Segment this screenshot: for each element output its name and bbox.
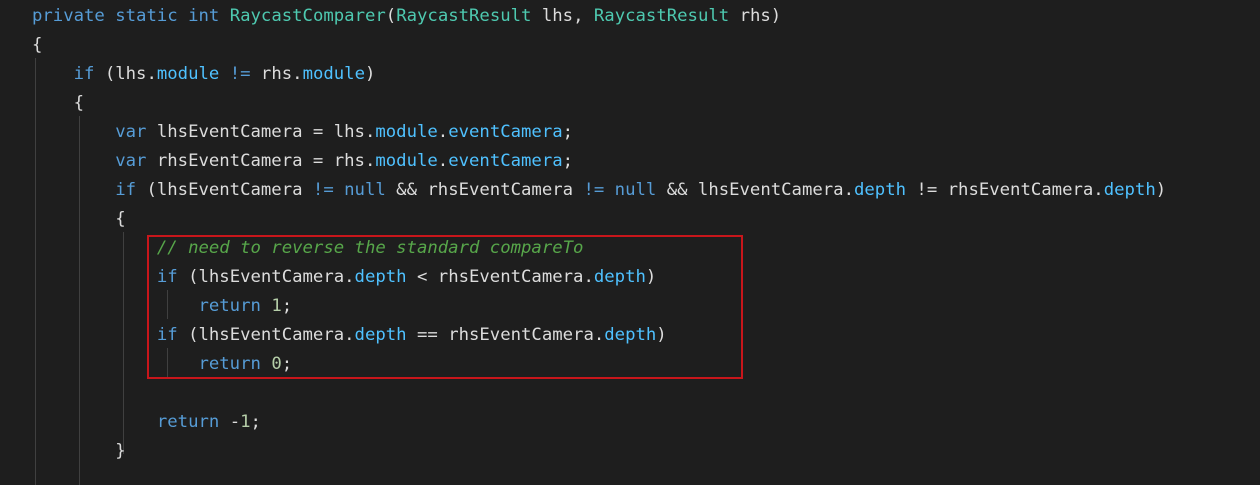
code-line[interactable]: } <box>32 437 126 466</box>
code-token: { <box>32 209 126 229</box>
code-token: int <box>188 6 220 26</box>
code-token: var <box>115 151 147 171</box>
code-token: } <box>32 441 126 461</box>
code-line[interactable]: return -1; <box>32 408 261 437</box>
code-line[interactable]: var rhsEventCamera = rhs.module.eventCam… <box>32 147 573 176</box>
code-line[interactable]: if (lhs.module != rhs.module) <box>32 60 376 89</box>
code-token: var <box>115 122 147 142</box>
code-token: lhsEventCamera = lhs. <box>146 122 376 142</box>
code-token: eventCamera <box>448 151 563 171</box>
code-token: null <box>344 180 386 200</box>
code-line[interactable]: private static int RaycastComparer(Rayca… <box>32 2 781 31</box>
code-token: ; <box>562 151 574 171</box>
code-token: (lhsEventCamera <box>136 180 313 200</box>
code-editor[interactable]: private static int RaycastComparer(Rayca… <box>0 0 1260 485</box>
code-token: lhs, <box>531 6 594 26</box>
code-token: RaycastResult <box>396 6 532 26</box>
code-token: module <box>156 64 220 84</box>
code-line[interactable]: var lhsEventCamera = lhs.module.eventCam… <box>32 118 573 147</box>
code-token: ) <box>1155 180 1167 200</box>
code-token: != <box>312 180 334 200</box>
code-token: 1 <box>240 412 251 432</box>
code-token: . <box>437 122 449 142</box>
code-token: RaycastResult <box>593 6 730 26</box>
code-token: module <box>302 64 365 84</box>
code-token: { <box>32 93 85 113</box>
code-token: private <box>32 6 105 26</box>
code-token: != <box>229 64 251 84</box>
code-token: (lhs. <box>94 64 157 84</box>
code-token: rhs. <box>250 64 303 84</box>
code-token: null <box>614 180 657 200</box>
code-token: RaycastComparer <box>229 6 386 26</box>
code-token: { <box>32 35 43 55</box>
code-token: eventCamera <box>448 122 563 142</box>
code-token: ; <box>250 412 261 432</box>
code-line[interactable]: { <box>32 89 84 118</box>
code-token: && rhsEventCamera <box>385 180 584 200</box>
code-token: - <box>219 412 241 432</box>
highlight-box <box>147 235 743 379</box>
code-token: ) <box>365 64 376 84</box>
code-token: module <box>375 151 438 171</box>
code-line[interactable]: { <box>32 205 126 234</box>
code-token: static <box>115 6 178 26</box>
code-token: != <box>583 180 605 200</box>
code-token: if <box>73 64 95 84</box>
code-token: . <box>437 151 449 171</box>
code-token: depth <box>1103 180 1156 200</box>
code-line[interactable]: if (lhsEventCamera != null && rhsEventCa… <box>32 176 1166 205</box>
code-token: depth <box>853 180 907 200</box>
code-line[interactable]: { <box>32 31 42 60</box>
code-token: module <box>375 122 438 142</box>
code-token: ; <box>562 122 574 142</box>
code-token: return <box>156 412 220 432</box>
code-token: && lhsEventCamera. <box>656 180 854 200</box>
code-token: != rhsEventCamera. <box>906 180 1104 200</box>
code-token: rhsEventCamera = rhs. <box>146 151 376 171</box>
code-token: rhs) <box>729 6 782 26</box>
code-token: if <box>115 180 137 200</box>
code-token: ( <box>385 6 397 26</box>
